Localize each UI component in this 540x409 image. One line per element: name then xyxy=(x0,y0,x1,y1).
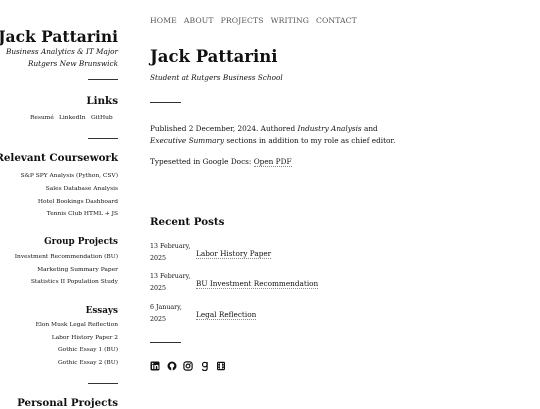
nav-writing[interactable]: WRITING xyxy=(271,16,309,25)
essay-item[interactable]: Gothic Essay 1 (BU) xyxy=(58,347,118,353)
links-heading: Links xyxy=(86,95,118,107)
coursework-item[interactable]: Tennis Club HTML + JS xyxy=(47,211,118,217)
site-title[interactable]: Jack Pattarini xyxy=(0,27,118,46)
main-divider xyxy=(150,342,181,343)
letterboxd-icon[interactable] xyxy=(216,361,226,371)
nav-contact[interactable]: CONTACT xyxy=(316,16,357,25)
post-date-line: 6 January, xyxy=(150,304,182,311)
essays-heading: Essays xyxy=(85,306,118,316)
publication-emphasis: Industry Analysis xyxy=(297,124,362,133)
essay-item[interactable]: Gothic Essay 2 (BU) xyxy=(58,360,118,366)
post-title-link[interactable]: Legal Reflection xyxy=(196,310,257,320)
sidebar-divider xyxy=(88,383,118,384)
open-pdf-link[interactable]: Open PDF xyxy=(253,157,292,167)
post-date: 13 February, 2025 xyxy=(150,241,192,265)
coursework-item[interactable]: Sales Database Analysis xyxy=(46,186,118,192)
page-subtitle: Student at Rutgers Business School xyxy=(150,73,283,82)
group-project-item[interactable]: Marketing Summary Paper xyxy=(37,267,118,273)
post-date-line: 13 February, xyxy=(150,243,191,250)
site-subtitle-line-2: Rutgers New Brunswick xyxy=(27,58,118,68)
post-date: 6 January, 2025 xyxy=(150,302,192,326)
coursework-heading: Relevant Coursework xyxy=(0,152,118,164)
goodreads-icon[interactable] xyxy=(200,361,210,371)
publication-paragraph: Published 2 December, 2024. Authored Ind… xyxy=(150,123,412,146)
coursework-item[interactable]: Hotel Bookings Dashboard xyxy=(38,199,118,205)
group-project-item[interactable]: Statistics II Population Study xyxy=(31,279,118,285)
publication-text: and xyxy=(361,124,378,133)
nav-about[interactable]: ABOUT xyxy=(184,16,214,25)
github-link[interactable]: GitHub xyxy=(91,115,113,121)
top-nav: HOME ABOUT PROJECTS WRITING CONTACT xyxy=(150,16,361,25)
site-subtitle: Business Analytics & IT Major Rutgers Ne… xyxy=(6,46,118,69)
github-icon[interactable] xyxy=(167,361,177,371)
post-title-link[interactable]: Labor History Paper xyxy=(196,249,272,259)
recent-posts-heading: Recent Posts xyxy=(150,216,225,228)
group-project-item[interactable]: Investment Recommendation (BU) xyxy=(15,254,118,260)
sidebar: Jack Pattarini Business Analytics & IT M… xyxy=(0,0,125,409)
coursework-item[interactable]: S&P SPY Analysis (Python, CSV) xyxy=(21,173,118,179)
personal-projects-heading: Personal Projects xyxy=(17,397,118,409)
sidebar-divider xyxy=(88,79,118,80)
instagram-icon[interactable] xyxy=(183,361,193,371)
publication-text: sections in addition to my role as chief… xyxy=(224,135,396,145)
publication-text: Published 2 December, 2024. Authored xyxy=(150,124,298,133)
linkedin-link[interactable]: LinkedIn xyxy=(59,115,86,121)
main-divider xyxy=(150,102,181,103)
page-title: Jack Pattarini xyxy=(150,47,278,66)
post-date-line: 2025 xyxy=(150,255,167,262)
essay-item[interactable]: Labor History Paper 2 xyxy=(52,335,118,341)
post-date: 13 February, 2025 xyxy=(150,271,192,295)
linkedin-icon[interactable] xyxy=(150,361,160,371)
post-date-line: 13 February, xyxy=(150,273,191,280)
post-date-line: 2025 xyxy=(150,285,167,292)
publication-emphasis: Executive Summary xyxy=(150,135,225,145)
typesetting-text: Typesetted in Google Docs: xyxy=(150,157,254,166)
essay-item[interactable]: Elon Musk Legal Reflection xyxy=(36,322,118,328)
post-title-link[interactable]: BU Investment Recommendation xyxy=(196,279,319,289)
group-projects-heading: Group Projects xyxy=(44,237,118,247)
site-subtitle-line-1: Business Analytics & IT Major xyxy=(5,47,118,56)
resume-link[interactable]: Resumé xyxy=(30,115,54,121)
nav-home[interactable]: HOME xyxy=(150,16,177,25)
nav-projects[interactable]: PROJECTS xyxy=(221,16,264,25)
typesetting-paragraph: Typesetted in Google Docs: Open PDF xyxy=(150,156,412,168)
sidebar-divider xyxy=(88,138,118,139)
post-date-line: 2025 xyxy=(150,316,167,323)
